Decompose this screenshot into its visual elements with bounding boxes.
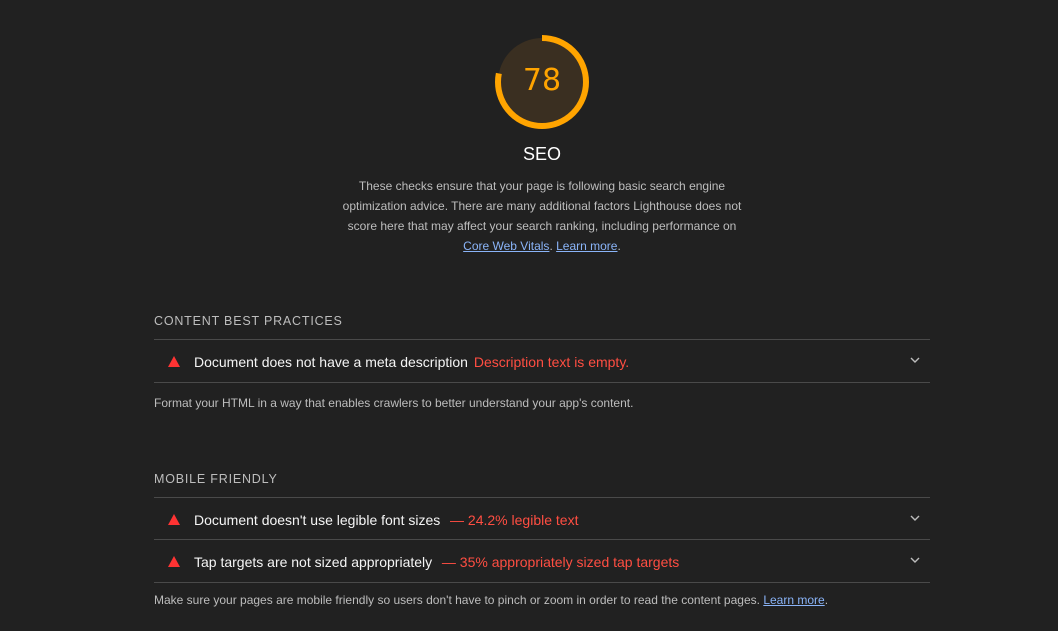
group-description: Make sure your pages are mobile friendly… xyxy=(154,593,828,607)
group-description-text: Make sure your pages are mobile friendly… xyxy=(154,593,764,607)
audit-title-text: Document does not have a meta descriptio… xyxy=(194,354,468,370)
fail-triangle-icon xyxy=(168,556,180,567)
chevron-down-icon[interactable] xyxy=(910,355,920,365)
category-description-text: These checks ensure that your page is fo… xyxy=(342,179,742,233)
audit-title: Document does not have a meta descriptio… xyxy=(194,354,629,370)
audit-font-size[interactable]: Document doesn't use legible font sizes … xyxy=(154,497,930,539)
audit-meta-description[interactable]: Document does not have a meta descriptio… xyxy=(154,339,930,383)
score-value: 78 xyxy=(522,63,562,98)
audit-display-value: — 24.2% legible text xyxy=(450,512,579,528)
chevron-down-icon[interactable] xyxy=(910,555,920,565)
fail-triangle-icon xyxy=(168,514,180,525)
desc-end: . xyxy=(617,239,621,253)
core-web-vitals-link[interactable]: Core Web Vitals xyxy=(463,239,549,253)
category-title: SEO xyxy=(522,144,561,164)
chevron-down-icon[interactable] xyxy=(910,513,920,523)
audit-title: Document doesn't use legible font sizes … xyxy=(194,512,578,528)
audit-tap-targets[interactable]: Tap targets are not sized appropriately … xyxy=(154,539,930,583)
audit-title: Tap targets are not sized appropriately … xyxy=(194,554,679,570)
group-title-mobile-friendly: MOBILE FRIENDLY xyxy=(154,472,278,486)
category-description: These checks ensure that your page is fo… xyxy=(336,176,748,256)
learn-more-link[interactable]: Learn more xyxy=(763,593,824,607)
audit-display-value: Description text is empty. xyxy=(473,354,630,370)
fail-triangle-icon xyxy=(168,356,180,367)
score-gauge: 78 xyxy=(492,32,592,132)
group-title-content-best-practices: CONTENT BEST PRACTICES xyxy=(154,314,343,328)
category-learn-more-link[interactable]: Learn more xyxy=(556,239,617,253)
audit-title-text: Tap targets are not sized appropriately xyxy=(194,554,433,570)
group-description: Format your HTML in a way that enables c… xyxy=(154,396,634,410)
audit-title-text: Document doesn't use legible font sizes xyxy=(194,512,441,528)
desc-end: . xyxy=(824,593,829,607)
audit-display-value: — 35% appropriately sized tap targets xyxy=(441,554,680,570)
